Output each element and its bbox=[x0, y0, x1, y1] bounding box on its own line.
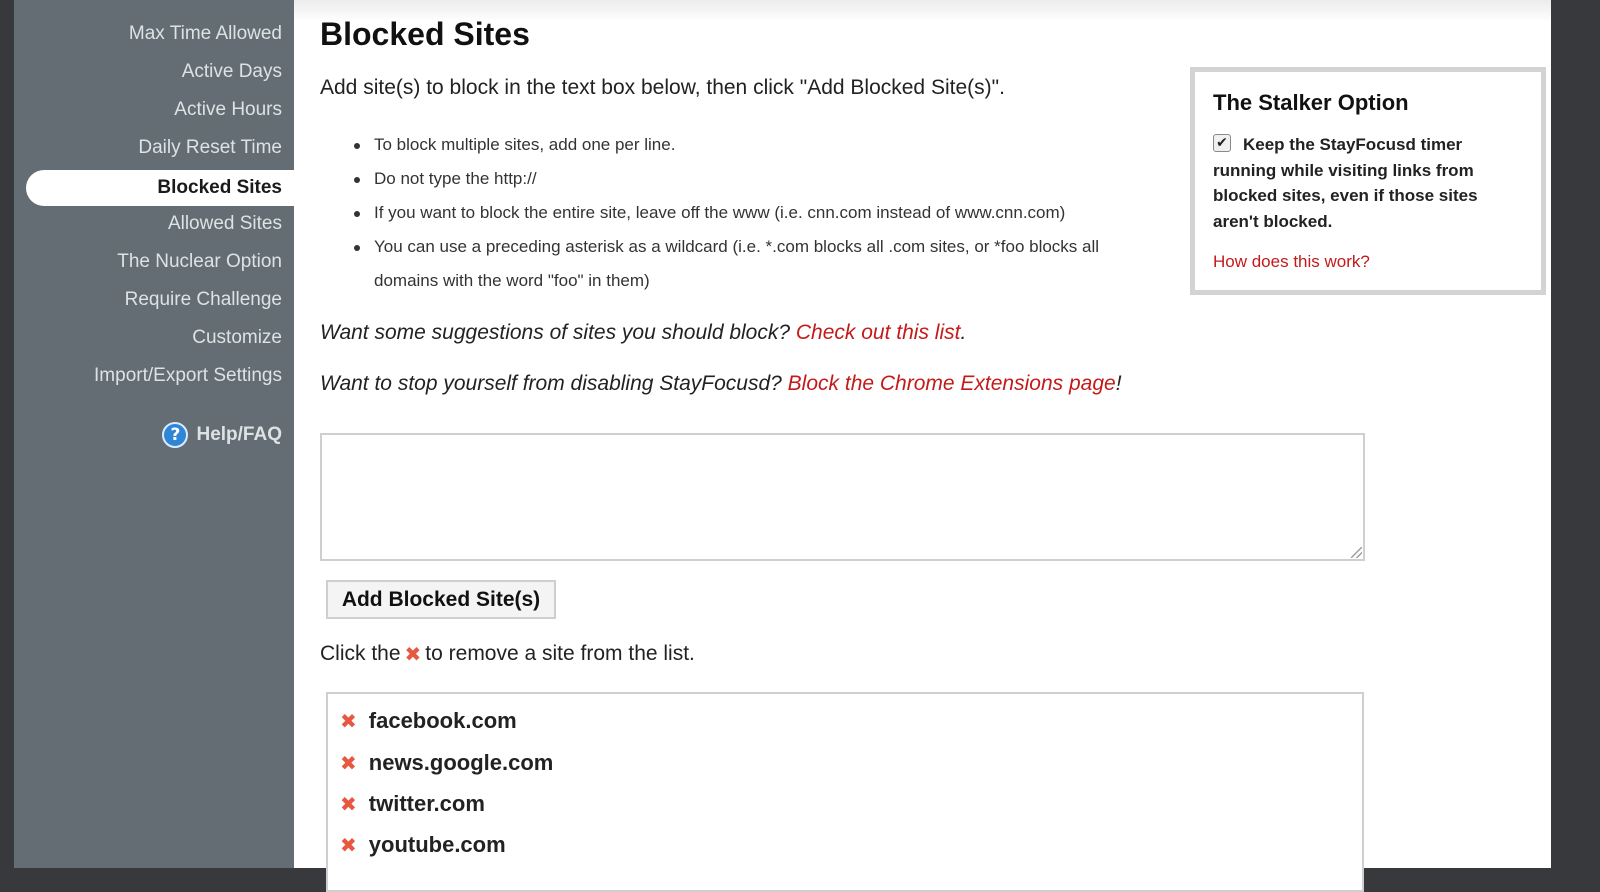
sidebar-item-customize[interactable]: Customize bbox=[192, 327, 282, 349]
remove-site-icon[interactable]: ✖ bbox=[340, 751, 357, 775]
question-circle-icon: ? bbox=[162, 422, 189, 448]
extensions-suffix: ! bbox=[1115, 372, 1122, 395]
blocked-sites-input[interactable] bbox=[320, 433, 1365, 561]
main-content: Blocked Sites Add site(s) to block in th… bbox=[294, 0, 1551, 892]
site-name: facebook.com bbox=[368, 708, 517, 733]
sidebar-item-max-time-allowed[interactable]: Max Time Allowed bbox=[129, 23, 282, 45]
list-item: ✖ facebook.com bbox=[340, 708, 517, 734]
sidebar-item-allowed-sites[interactable]: Allowed Sites bbox=[168, 213, 282, 235]
site-name: twitter.com bbox=[368, 791, 485, 816]
site-name: youtube.com bbox=[368, 832, 506, 857]
remove-hint: Click the ✖ to remove a site from the list… bbox=[320, 642, 695, 666]
how-does-this-work-link[interactable]: How does this work? bbox=[1213, 252, 1370, 272]
sidebar-item-require-challenge[interactable]: Require Challenge bbox=[125, 289, 282, 311]
sidebar-item-nuclear-option[interactable]: The Nuclear Option bbox=[117, 251, 282, 273]
list-item: You can use a preceding asterisk as a wi… bbox=[354, 230, 1134, 298]
tips-list: To block multiple sites, add one per lin… bbox=[354, 128, 1134, 298]
sidebar-item-active-days[interactable]: Active Days bbox=[182, 61, 282, 83]
stalker-description: Keep the StayFocusd timer running while … bbox=[1213, 135, 1478, 231]
sidebar-item-label: Blocked Sites bbox=[157, 177, 282, 198]
help-faq-link[interactable]: ? Help/FAQ bbox=[162, 422, 282, 448]
remove-site-icon[interactable]: ✖ bbox=[340, 709, 357, 733]
add-blocked-sites-button[interactable]: Add Blocked Site(s) bbox=[326, 580, 556, 619]
site-name: news.google.com bbox=[368, 750, 554, 775]
sidebar-item-daily-reset-time[interactable]: Daily Reset Time bbox=[138, 137, 282, 159]
page-title: Blocked Sites bbox=[320, 16, 530, 52]
list-item: To block multiple sites, add one per lin… bbox=[354, 128, 1134, 162]
list-item: Do not type the http:// bbox=[354, 162, 1134, 196]
window-edge bbox=[1551, 0, 1600, 868]
sidebar: Max Time Allowed Active Days Active Hour… bbox=[14, 0, 294, 868]
remove-hint-after: to remove a site from the list. bbox=[425, 642, 695, 665]
suggestion-text: Want some suggestions of sites you shoul… bbox=[320, 321, 966, 345]
list-item: If you want to block the entire site, le… bbox=[354, 196, 1134, 230]
remove-hint-before: Click the bbox=[320, 642, 401, 665]
help-faq-label: Help/FAQ bbox=[196, 424, 282, 445]
stalker-option-panel: The Stalker Option Keep the StayFocusd t… bbox=[1190, 67, 1546, 295]
app-frame: Max Time Allowed Active Days Active Hour… bbox=[0, 0, 1600, 892]
extensions-block-text: Want to stop yourself from disabling Sta… bbox=[320, 372, 1122, 396]
sidebar-item-blocked-sites[interactable]: Blocked Sites bbox=[26, 170, 294, 206]
list-item: ✖ twitter.com bbox=[340, 791, 485, 817]
remove-site-icon[interactable]: ✖ bbox=[340, 833, 357, 857]
block-extensions-link[interactable]: Block the Chrome Extensions page bbox=[788, 372, 1116, 395]
suggestion-prefix: Want some suggestions of sites you shoul… bbox=[320, 321, 796, 344]
blocked-sites-list: ✖ facebook.com ✖ news.google.com ✖ twitt… bbox=[326, 692, 1364, 892]
extensions-prefix: Want to stop yourself from disabling Sta… bbox=[320, 372, 788, 395]
stalker-title: The Stalker Option bbox=[1213, 90, 1409, 115]
red-x-icon: ✖ bbox=[404, 642, 422, 666]
intro-text: Add site(s) to block in the text box bel… bbox=[320, 76, 1005, 99]
stalker-checkbox[interactable]: ✔ bbox=[1213, 134, 1231, 152]
list-item: ✖ news.google.com bbox=[340, 750, 553, 776]
sidebar-item-active-hours[interactable]: Active Hours bbox=[174, 99, 282, 121]
sidebar-item-import-export[interactable]: Import/Export Settings bbox=[94, 365, 282, 387]
suggestion-suffix: . bbox=[960, 321, 967, 344]
list-item: ✖ youtube.com bbox=[340, 832, 506, 858]
remove-site-icon[interactable]: ✖ bbox=[340, 792, 357, 816]
suggestion-list-link[interactable]: Check out this list bbox=[796, 321, 961, 344]
